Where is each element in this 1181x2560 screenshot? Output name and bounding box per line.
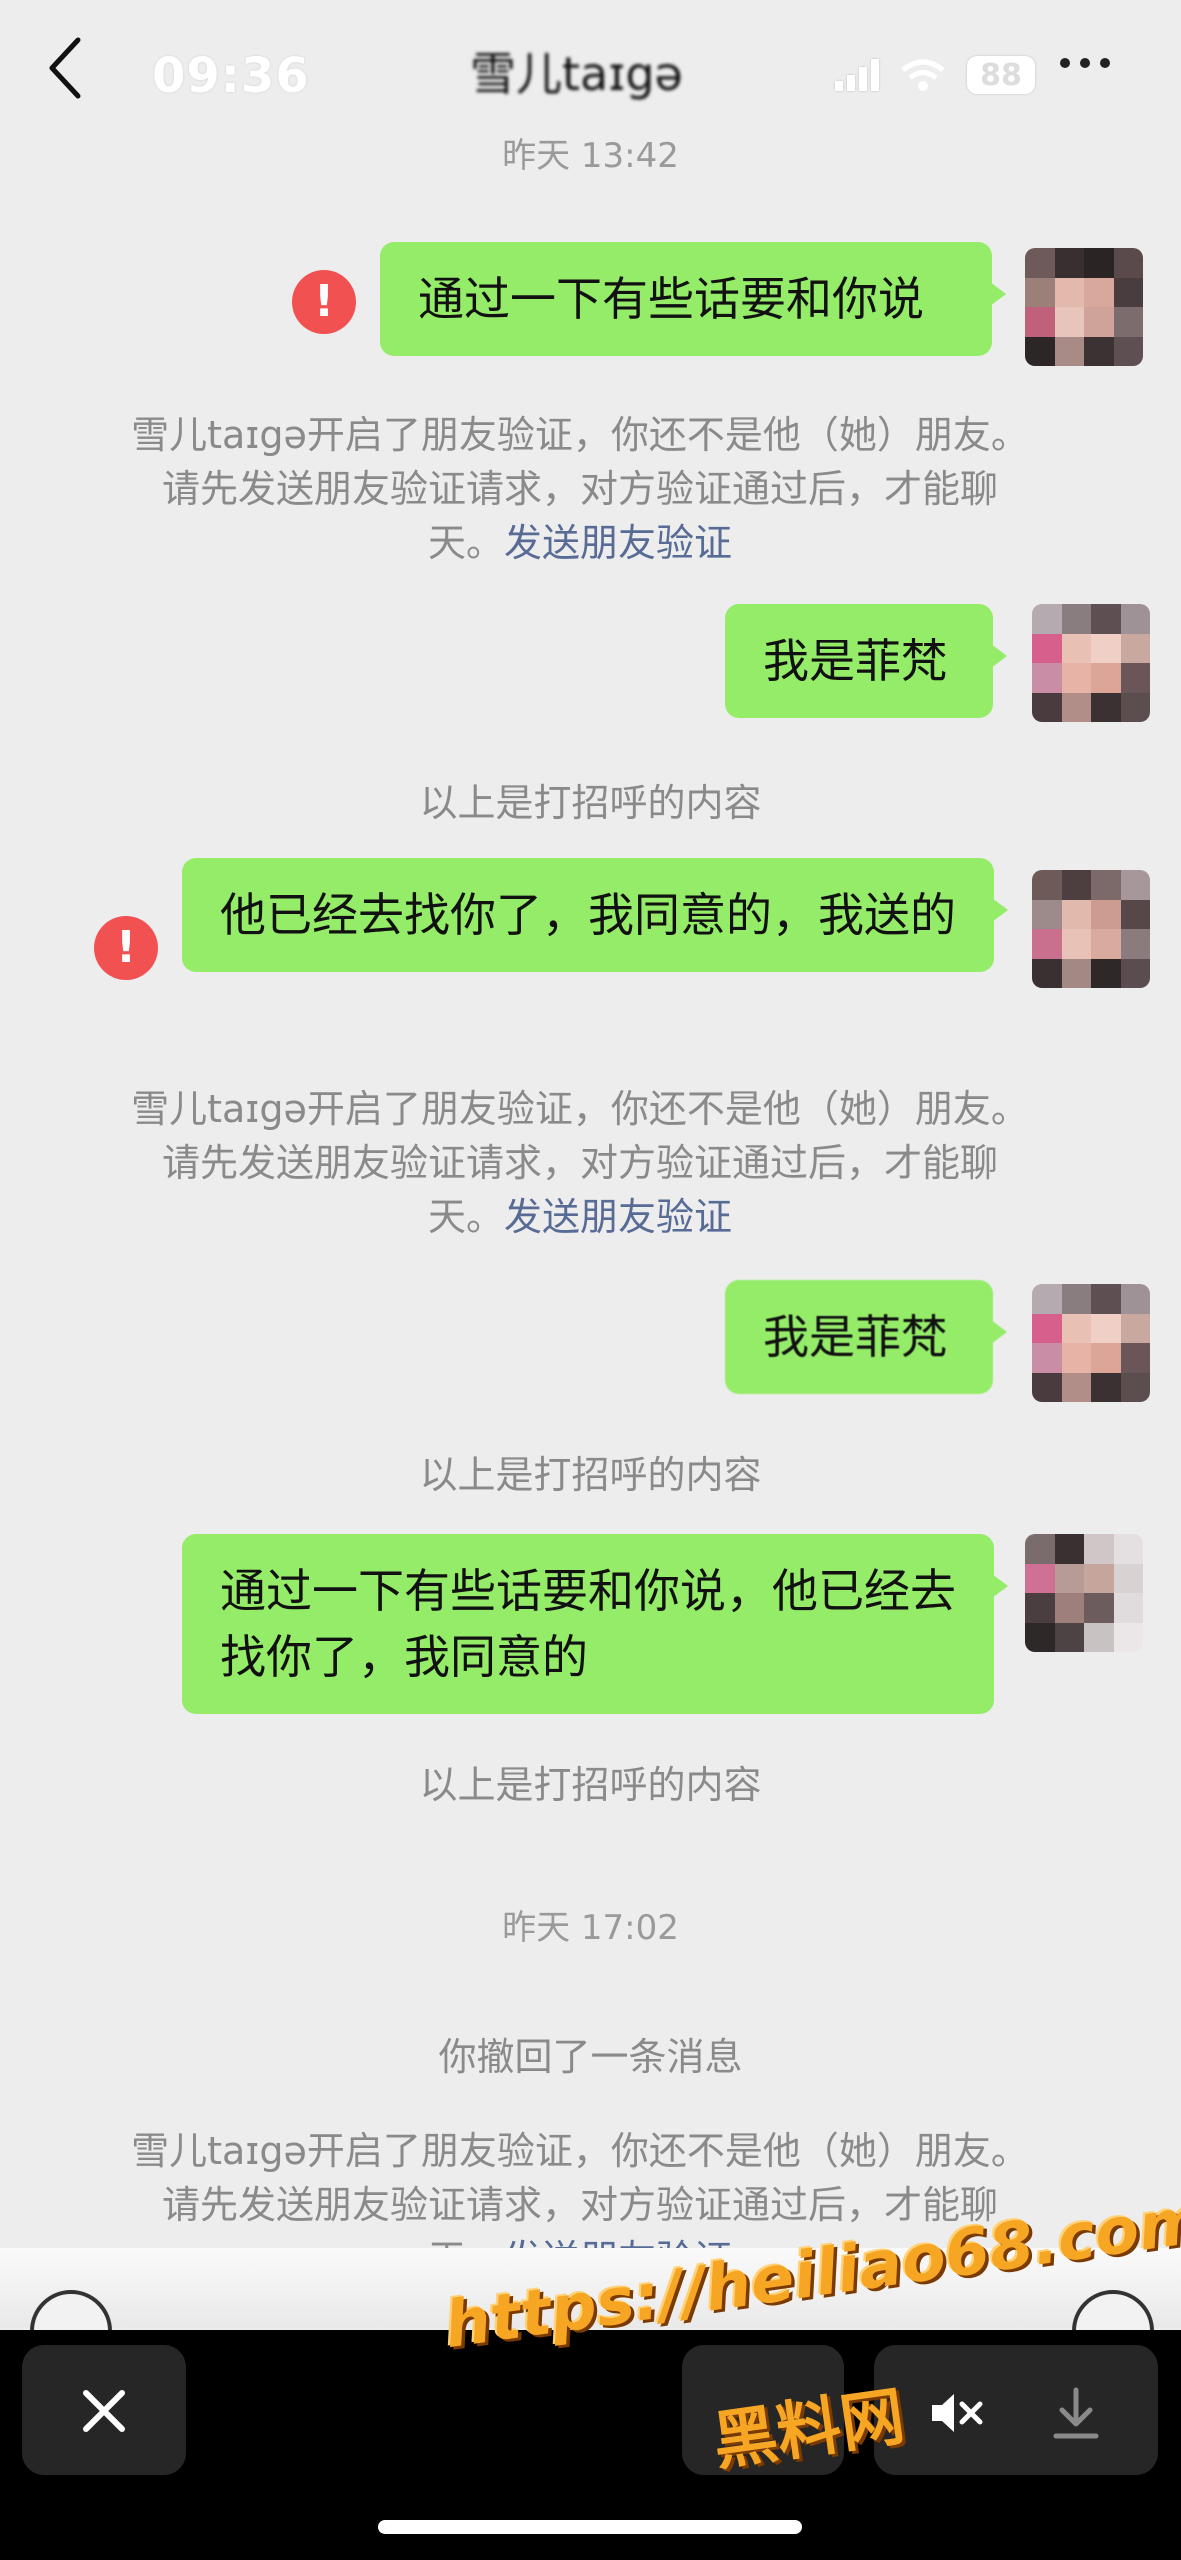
timestamp: 昨天 13:42 [502,136,679,176]
status-time: 09:36 [152,48,310,104]
message-bubble[interactable]: 我是菲梵 [725,1280,1007,1394]
close-icon [83,2390,125,2432]
home-indicator[interactable] [378,2520,802,2534]
verification-notice: 雪儿taɪgə开启了朋友验证，你还不是他（她）朋友。 请先发送朋友验证请求，对方… [80,408,1080,570]
notice-line: 雪儿taɪgə开启了朋友验证，你还不是他（她）朋友。 [131,2129,1029,2173]
status-icons: 88 [835,56,1035,94]
send-verification-link[interactable]: 发送朋友验证 [504,1195,732,1239]
notice-line: 天。发送朋友验证 [80,516,1080,570]
error-icon[interactable]: ! [292,270,356,334]
notice-line: 天。发送朋友验证 [80,1190,1080,1244]
avatar[interactable] [1032,870,1150,988]
notice-line: 雪儿taɪgə开启了朋友验证，你还不是他（她）朋友。 [131,1087,1029,1131]
notice-line: 请先发送朋友验证请求，对方验证通过后，才能聊 [161,467,998,511]
recalled-notice: 你撤回了一条消息 [438,2035,743,2079]
error-icon[interactable]: ! [94,916,158,980]
message-bubble[interactable]: 通过一下有些话要和你说 [380,242,1006,356]
wifi-icon [901,59,945,91]
notice-line: 雪儿taɪgə开启了朋友验证，你还不是他（她）朋友。 [131,413,1029,457]
download-icon[interactable] [1052,2386,1100,2440]
greeting-notice: 以上是打招呼的内容 [419,1453,762,1497]
mute-icon[interactable] [928,2388,984,2438]
send-verification-link[interactable]: 发送朋友验证 [504,521,732,565]
notice-text: 天。 [427,1195,504,1239]
notice-text: 天。 [427,521,504,565]
avatar[interactable] [1032,604,1150,722]
more-icon[interactable] [1060,58,1110,68]
chat-screen: 09:36 雪儿taɪgə 88 昨天 13:42 ! 通过一下有些话要和你说 … [0,0,1181,2560]
battery-icon: 88 [967,56,1035,94]
verification-notice: 雪儿taɪgə开启了朋友验证，你还不是他（她）朋友。 请先发送朋友验证请求，对方… [80,1082,1080,1244]
back-icon[interactable] [40,34,92,102]
signal-icon [835,59,879,91]
message-bubble[interactable]: 我是菲梵 [725,604,1007,718]
greeting-notice: 以上是打招呼的内容 [419,1763,762,1807]
chat-title: 雪儿taɪgə [470,47,683,101]
avatar[interactable] [1025,248,1143,366]
greeting-notice: 以上是打招呼的内容 [419,781,762,825]
media-controls [874,2345,1158,2475]
message-bubble[interactable]: 通过一下有些话要和你说，他已经去找你了，我同意的 [182,1534,1008,1714]
avatar[interactable] [1032,1284,1150,1402]
timestamp: 昨天 17:02 [502,1908,679,1948]
message-bubble[interactable]: 他已经去找你了，我同意的，我送的 [182,858,1008,972]
close-button[interactable] [22,2345,186,2475]
avatar[interactable] [1025,1534,1143,1652]
notice-line: 请先发送朋友验证请求，对方验证通过后，才能聊 [161,1141,998,1185]
